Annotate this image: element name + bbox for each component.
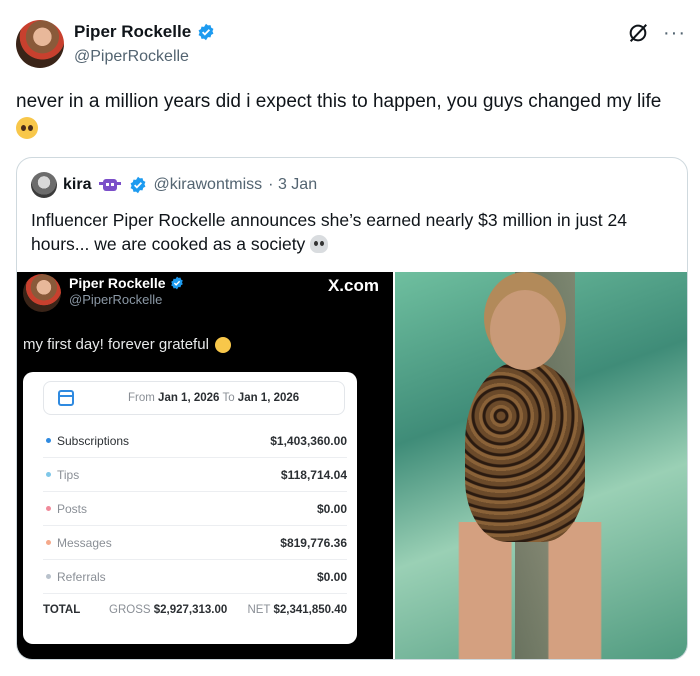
to-date: Jan 1, 2026 [237,392,300,404]
earnings-row: Tips $118,714.04 [43,458,347,492]
gross-label: GROSS [109,604,151,616]
earnings-row: Posts $0.00 [43,492,347,526]
verified-icon [170,276,183,290]
quote-text: Influencer Piper Rockelle announces she’… [31,208,671,256]
earnings-row: Referrals $0.00 [43,560,347,594]
row-value: $0.00 [316,502,347,516]
row-dot-icon [46,438,51,443]
photo-swimsuit [465,362,585,542]
media-screenshot[interactable]: Piper Rockelle @PiperRockelle X.com my f… [17,272,393,659]
row-label: Posts [57,502,88,516]
row-value: $0.00 [316,570,347,584]
quote-avatar[interactable] [31,172,57,198]
row-label: Subscriptions [57,434,130,448]
net-label: NET [247,604,271,616]
row-dot-icon [46,574,51,579]
date-range: From Jan 1, 2026 To Jan 1, 2026 [43,381,345,415]
to-label: To [222,392,235,404]
quote-body: Influencer Piper Rockelle announces she’… [31,210,627,254]
photo-head [490,290,560,370]
tweet-text: never in a million years did i expect th… [16,88,688,144]
quote-date[interactable]: · 3 Jan [268,176,317,194]
row-label: Messages [57,536,112,550]
pleading-face-emoji [16,117,38,139]
row-dot-icon [46,472,51,477]
quote-author-handle[interactable]: @kirawontmiss [153,176,262,194]
row-value: $1,403,360.00 [270,434,347,448]
from-date: Jan 1, 2026 [158,392,220,404]
top-actions: ··· [627,22,686,44]
row-label: Referrals [57,570,106,584]
earnings-card: From Jan 1, 2026 To Jan 1, 2026 Subscrip… [23,372,357,644]
row-dot-icon [46,540,51,545]
net-value: $2,341,850.40 [273,604,347,616]
quote-author-name[interactable]: kira [63,176,91,194]
gross-value: $2,927,313.00 [153,604,228,616]
screenshot-name-row: Piper Rockelle [69,275,184,291]
from-label: From [128,392,155,404]
total-label: TOTAL [43,604,81,616]
author-avatar[interactable] [16,20,64,68]
date-range-text: From Jan 1, 2026 To Jan 1, 2026 [128,392,299,404]
screenshot-avatar [23,274,61,312]
screenshot-name: Piper Rockelle [69,275,166,291]
screenshot-brand: X.com [327,276,379,295]
earnings-row: Subscriptions $1,403,360.00 [43,424,347,458]
row-value: $118,714.04 [280,468,347,482]
quote-header: kira @kirawontmiss · 3 Jan [31,172,317,198]
author-name-row[interactable]: Piper Rockelle [74,22,215,42]
purple-monster-emoji [99,179,122,191]
verified-icon [198,23,214,41]
screenshot-post-text: my first day! forever grateful [23,336,231,353]
row-label: Tips [57,468,80,482]
gross: GROSS $2,927,313.00 [109,604,227,616]
author-handle[interactable]: @PiperRockelle [74,48,189,66]
photo-legs [450,522,610,659]
tweet-body: never in a million years did i expect th… [16,91,662,112]
skull-emoji [310,235,329,253]
media-photo[interactable] [395,272,687,659]
earnings-row: Messages $819,776.36 [43,526,347,560]
more-icon[interactable]: ··· [663,23,686,43]
row-dot-icon [46,506,51,511]
verified-icon [131,176,146,194]
quoted-tweet[interactable]: kira @kirawontmiss · 3 Jan Influencer Pi… [16,157,688,660]
calendar-icon [58,390,74,406]
screenshot-handle: @PiperRockelle [69,292,163,307]
author-name[interactable]: Piper Rockelle [74,22,191,42]
net: NET $2,341,850.40 [247,604,347,616]
row-value: $819,776.36 [280,536,347,550]
screenshot-post-body: my first day! forever grateful [23,336,209,353]
pleading-face-emoji [214,336,231,353]
grok-icon[interactable] [627,22,649,44]
